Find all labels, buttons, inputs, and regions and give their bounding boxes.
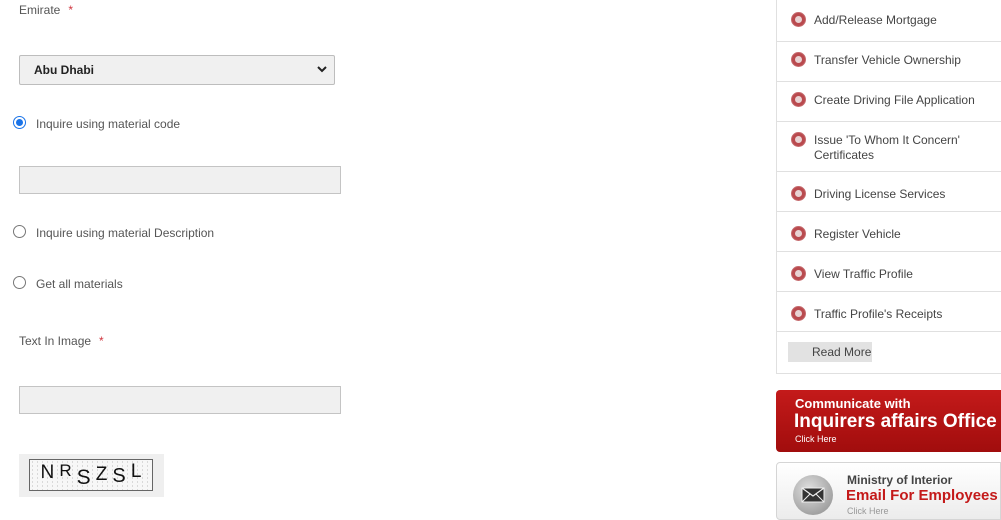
text-in-image-label: Text In Image * [19, 334, 104, 348]
captcha-char: Z [95, 464, 108, 485]
radio-button-checked[interactable] [13, 115, 26, 129]
sidebar-item-label: Add/Release Mortgage [814, 13, 937, 27]
radio-button[interactable] [13, 224, 26, 238]
service-bullet-icon [791, 226, 806, 241]
banner-click-here[interactable]: Click Here [795, 434, 837, 444]
sidebar-item-label: Create Driving File Application [814, 93, 975, 107]
service-bullet-icon [791, 132, 806, 147]
banner-line1: Communicate with [795, 396, 911, 411]
chevron-down-icon [317, 66, 327, 73]
services-sidebar: Add/Release Mortgage Transfer Vehicle Ow… [776, 0, 1001, 374]
captcha-char: L [130, 461, 142, 482]
sidebar-item-transfer-vehicle-ownership[interactable]: Transfer Vehicle Ownership [777, 42, 1001, 82]
sidebar-item-label: Register Vehicle [814, 227, 901, 241]
sidebar-item-label: Transfer Vehicle Ownership [814, 53, 961, 67]
captcha-image: N R S Z S L [29, 459, 153, 491]
text-in-image-label-text: Text In Image [19, 334, 92, 348]
sidebar-item-driving-license-services[interactable]: Driving License Services [777, 172, 1001, 212]
envelope-icon [793, 475, 833, 515]
text-in-image-input[interactable] [19, 386, 341, 414]
captcha-char: N [40, 462, 55, 483]
emirate-label-text: Emirate [19, 3, 61, 17]
employee-email-banner[interactable]: Ministry of Interior Email For Employees… [776, 462, 1001, 520]
sidebar-item-to-whom-it-concern[interactable]: Issue 'To Whom It Concern' Certificates [777, 122, 1001, 172]
captcha-container: N R S Z S L [19, 454, 164, 497]
service-bullet-icon [791, 52, 806, 67]
service-bullet-icon [791, 306, 806, 321]
service-bullet-icon [791, 266, 806, 281]
sidebar-item-label: Driving License Services [814, 187, 946, 201]
emirate-label: Emirate * [19, 3, 73, 17]
radio-material-code[interactable]: Inquire using material code [13, 115, 181, 131]
captcha-char: S [76, 466, 91, 489]
sidebar-item-create-driving-file[interactable]: Create Driving File Application [777, 82, 1001, 122]
sidebar-item-label: View Traffic Profile [814, 267, 913, 281]
inquirers-office-banner[interactable]: Communicate with Inquirers affairs Offic… [776, 390, 1001, 452]
banner-line2: Inquirers affairs Office [794, 411, 997, 432]
captcha-char: S [112, 464, 126, 487]
radio-get-all-materials[interactable]: Get all materials [13, 275, 123, 291]
emirate-select[interactable]: Abu Dhabi [19, 55, 335, 85]
banner-click-here[interactable]: Click Here [847, 506, 889, 516]
sidebar-item-label: Traffic Profile's Receipts [814, 307, 943, 321]
sidebar-item-add-release-mortgage[interactable]: Add/Release Mortgage [777, 0, 1001, 42]
sidebar-item-traffic-profile-receipts[interactable]: Traffic Profile's Receipts [777, 292, 1001, 332]
read-more-button[interactable]: Read More [788, 342, 872, 362]
sidebar-item-label: Issue 'To Whom It Concern' Certificates [814, 133, 960, 162]
radio-material-description[interactable]: Inquire using material Description [13, 224, 215, 240]
sidebar-item-view-traffic-profile[interactable]: View Traffic Profile [777, 252, 1001, 292]
required-mark: * [99, 334, 104, 348]
radio-label: Inquire using material code [36, 117, 181, 131]
material-code-input[interactable] [19, 166, 341, 194]
captcha-char: R [59, 461, 72, 480]
radio-button[interactable] [13, 275, 26, 289]
service-bullet-icon [791, 92, 806, 107]
emirate-selected-value: Abu Dhabi [34, 63, 94, 77]
banner-line2: Email For Employees [846, 487, 998, 504]
banner-line1: Ministry of Interior [847, 473, 953, 487]
sidebar-item-register-vehicle[interactable]: Register Vehicle [777, 212, 1001, 252]
required-mark: * [68, 3, 74, 17]
radio-label: Inquire using material Description [36, 226, 215, 240]
radio-label: Get all materials [36, 277, 123, 291]
service-bullet-icon [791, 186, 806, 201]
service-bullet-icon [791, 12, 806, 27]
